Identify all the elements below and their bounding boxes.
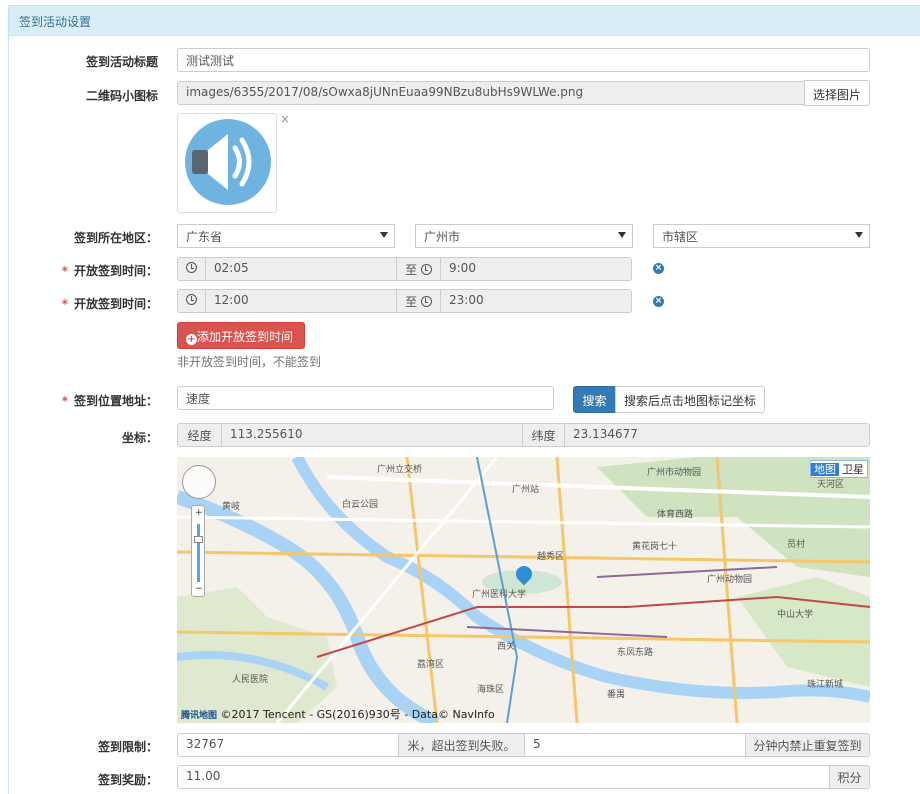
- minutes-input[interactable]: 5: [524, 733, 746, 757]
- plus-circle-icon: +: [186, 334, 197, 345]
- province-value: 广东省: [186, 230, 223, 244]
- open-time-label-1: * 开放签到时间：: [61, 264, 158, 278]
- remove-icon-button[interactable]: ×: [280, 112, 290, 126]
- panel-title: 签到活动设置: [9, 6, 920, 36]
- city-select[interactable]: 广州市: [415, 224, 633, 248]
- open-time-label-2: * 开放签到时间：: [61, 297, 158, 311]
- map-canvas[interactable]: + − 地图 卫星 腾讯地图 ©2017 Tencent - GS(2016)93…: [177, 457, 870, 723]
- map-logo: 腾讯地图: [181, 711, 218, 721]
- to-addon-1: 至: [396, 257, 441, 281]
- to-addon-2: 至: [396, 289, 441, 313]
- province-select[interactable]: 广东省: [177, 224, 395, 248]
- open-time-start-2[interactable]: 12:00: [205, 289, 397, 313]
- map-background: [177, 457, 870, 723]
- open-time-end-1[interactable]: 9:00: [440, 257, 632, 281]
- icon-preview: [177, 113, 277, 213]
- lng-input[interactable]: 113.255610: [221, 423, 523, 447]
- chevron-down-icon: [380, 232, 388, 238]
- address-input[interactable]: 速度: [177, 386, 554, 410]
- map-pan-control[interactable]: [182, 465, 216, 499]
- city-value: 广州市: [424, 230, 461, 244]
- district-select[interactable]: 市辖区: [653, 224, 870, 248]
- icon-label: 二维码小图标: [85, 89, 158, 103]
- search-hint-button[interactable]: 搜索后点击地图标记坐标: [615, 386, 765, 413]
- district-value: 市辖区: [662, 230, 699, 244]
- speaker-icon: [185, 119, 271, 205]
- distance-input[interactable]: 32767: [177, 733, 399, 757]
- choose-image-button[interactable]: 选择图片: [804, 80, 870, 106]
- limit-label: 签到限制：: [97, 740, 158, 754]
- clock-icon: [420, 296, 432, 307]
- lat-addon: 纬度: [522, 423, 565, 447]
- add-time-button[interactable]: +添加开放签到时间: [177, 322, 305, 349]
- clock-icon: [177, 257, 206, 281]
- remove-time-icon[interactable]: ×: [653, 296, 664, 307]
- zoom-handle[interactable]: [194, 536, 203, 543]
- clock-icon: [420, 264, 432, 275]
- open-time-end-2[interactable]: 23:00: [440, 289, 632, 313]
- map-type-satellite[interactable]: 卫星: [839, 463, 867, 476]
- title-input[interactable]: 测试测试: [177, 48, 870, 72]
- reward-suffix: 积分: [829, 765, 870, 789]
- zoom-in-button[interactable]: +: [195, 508, 203, 518]
- map-copyright: 腾讯地图 ©2017 Tencent - GS(2016)930号 - Data…: [181, 708, 495, 721]
- lat-input[interactable]: 23.134677: [564, 423, 870, 447]
- remove-time-icon[interactable]: ×: [653, 263, 664, 274]
- clock-icon: [177, 289, 206, 313]
- chevron-down-icon: [618, 232, 626, 238]
- reward-input[interactable]: 11.00: [177, 765, 830, 789]
- zoom-track: [197, 524, 200, 582]
- map-type-map[interactable]: 地图: [811, 463, 839, 476]
- address-label: * 签到位置地址：: [61, 394, 158, 408]
- distance-suffix: 米，超出签到失败。: [398, 733, 525, 757]
- zoom-out-button[interactable]: −: [195, 584, 203, 594]
- time-hint: 非开放签到时间，不能签到: [177, 355, 322, 369]
- map-type-switch: 地图 卫星: [810, 460, 868, 478]
- search-button[interactable]: 搜索: [573, 386, 616, 413]
- reward-label: 签到奖励：: [97, 773, 158, 787]
- add-time-label: 添加开放签到时间: [197, 330, 294, 344]
- region-label: 签到所在地区：: [73, 231, 158, 245]
- icon-path-input[interactable]: images/6355/2017/08/sOwxa8jUNnEuaa99NBzu…: [177, 81, 805, 105]
- minutes-suffix: 分钟内禁止重复签到: [745, 733, 870, 757]
- coords-label: 坐标：: [121, 431, 158, 445]
- chevron-down-icon: [855, 232, 863, 238]
- lng-addon: 经度: [177, 423, 222, 447]
- open-time-start-1[interactable]: 02:05: [205, 257, 397, 281]
- title-label: 签到活动标题: [85, 55, 158, 69]
- zoom-slider[interactable]: + −: [191, 505, 205, 597]
